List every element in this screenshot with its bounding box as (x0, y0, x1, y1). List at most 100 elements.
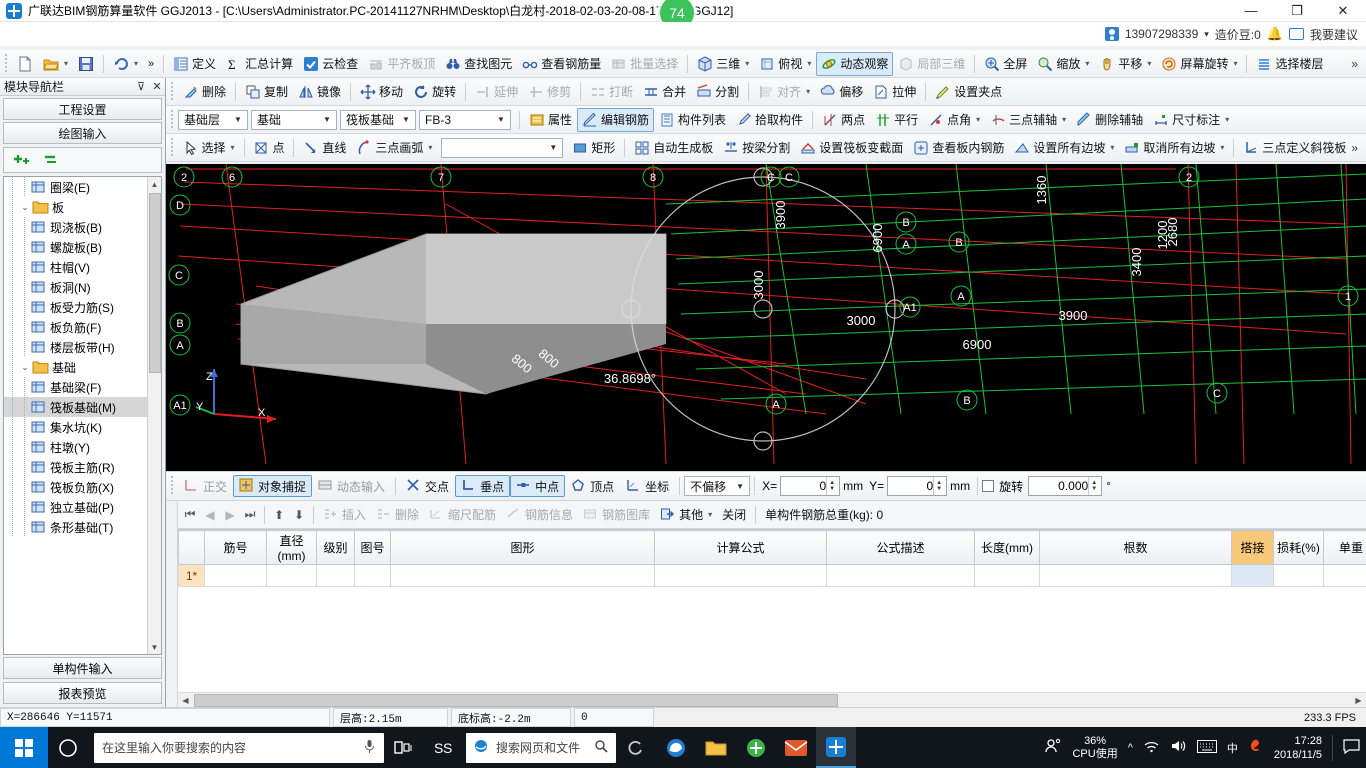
nav-next-button[interactable]: ▶ (220, 508, 240, 522)
column-header[interactable]: 级别 (316, 530, 355, 565)
pan-button[interactable]: 平移 ▾ (1094, 52, 1156, 76)
table-body[interactable]: 1* (178, 564, 1366, 587)
row-marker[interactable]: 1* (178, 564, 205, 587)
search-icon[interactable] (594, 739, 608, 756)
move-button[interactable]: 移动 (355, 80, 408, 104)
perpendicular-snap-toggle[interactable]: 垂点 (455, 475, 511, 497)
table-cell[interactable] (390, 564, 655, 587)
vertex-snap-toggle[interactable]: 顶点 (565, 475, 620, 497)
table-cell[interactable] (204, 564, 267, 587)
suggestion-link[interactable]: 我要建议 (1310, 26, 1358, 43)
fullscreen-button[interactable]: 全屏 (979, 52, 1032, 76)
arc-tool-chevron-down-icon[interactable]: ▾ (428, 143, 432, 152)
table-hscrollbar[interactable]: ◀ ▶ (178, 692, 1366, 707)
stretch-button[interactable]: 拉伸 (868, 80, 921, 104)
close-button[interactable]: ✕ (1320, 0, 1366, 22)
view-top-button[interactable]: 俯视 ▾ (754, 52, 816, 76)
trim-button[interactable]: 修剪 (523, 80, 576, 104)
parallel-axis-button[interactable]: 平行 (870, 108, 923, 132)
component-list-button[interactable]: 构件列表 (654, 108, 731, 132)
offset-button[interactable]: 偏移 (815, 80, 868, 104)
point-tool-button[interactable]: 点 (248, 136, 289, 160)
taskbar-app-edge[interactable] (656, 727, 696, 768)
set-grip-button[interactable]: 设置夹点 (930, 80, 1007, 104)
column-header[interactable] (178, 530, 205, 565)
table-cell[interactable] (354, 564, 391, 587)
midpoint-snap-toggle[interactable]: 中点 (510, 475, 566, 497)
column-header[interactable]: 长度(mm) (974, 530, 1040, 565)
zoom-chevron-down-icon[interactable]: ▾ (1085, 59, 1089, 68)
component-type-combo-chevron-down-icon[interactable]: ▼ (399, 111, 413, 129)
pin-icon[interactable]: ⊽ (133, 80, 149, 93)
ortho-toggle[interactable]: 正交 (178, 475, 233, 497)
start-button[interactable] (0, 727, 48, 768)
edit-rebar-button[interactable]: 编辑钢筋 (577, 107, 655, 132)
column-header[interactable]: 损耗(%) (1273, 530, 1324, 565)
new-file-button[interactable] (12, 52, 38, 76)
scroll-up-icon[interactable]: ▲ (148, 177, 161, 191)
hscroll-right-ic[interactable]: ▶ (1351, 693, 1366, 708)
ime-indicator[interactable]: 中 (1227, 740, 1238, 756)
expand-all-icon[interactable] (12, 151, 32, 170)
tree-item[interactable]: ⌄ 板 (4, 197, 147, 217)
summary-calc-button[interactable]: Σ 汇总计算 (221, 52, 298, 76)
tree-scrollbar[interactable]: ▲ ▼ (147, 177, 161, 654)
scrollbar-thumb[interactable] (149, 193, 161, 373)
local-3d-button[interactable]: 局部三维 (893, 52, 970, 76)
nav-prev-button[interactable]: ◀ (200, 508, 220, 522)
column-header[interactable]: 图形 (390, 530, 655, 565)
intersection-snap-toggle[interactable]: 交点 (400, 475, 455, 497)
tree-item[interactable]: 筏板负筋(X) (4, 477, 147, 497)
cancel-all-slopes-chevron-down-icon[interactable]: ▾ (1220, 143, 1224, 152)
tree-item[interactable]: 现浇板(B) (4, 217, 147, 237)
raft-variable-section-button[interactable]: 设置筏板变截面 (795, 136, 908, 160)
insert-row-button[interactable]: 插入 (318, 504, 371, 526)
drawing-input-button[interactable]: 绘图输入 (3, 122, 162, 144)
batch-select-button[interactable]: 批量选择 (606, 52, 683, 76)
keyboard-icon[interactable] (1196, 739, 1217, 756)
taskbar-search-box[interactable]: 在这里输入你要搜索的内容 (94, 732, 384, 763)
tree-item[interactable]: 板负筋(F) (4, 317, 147, 337)
x-spinner[interactable]: ▲ ▼ (826, 477, 837, 495)
orbit-button[interactable]: 动态观察 (816, 51, 894, 76)
cortana-button[interactable] (48, 727, 88, 768)
category-combo-chevron-down-icon[interactable]: ▼ (320, 111, 334, 129)
chevron-down-icon[interactable]: ⌄ (18, 202, 32, 213)
tree-item[interactable]: 圈梁(E) (4, 177, 147, 197)
tree-item[interactable]: 集水坑(K) (4, 417, 147, 437)
close-grid-button[interactable]: 关闭 (717, 504, 751, 526)
pick-component-button[interactable]: 拾取构件 (731, 108, 808, 132)
drawing-canvas[interactable]: ZYX 2 6 7 8 C C 2 D B A B C A1 A 1 B A A B C A1 3900 3000 6900… (166, 164, 1366, 471)
rebar-table[interactable]: 筋号 直径(mm) 级别 图号 图形 计算公式 公式描述 长度(mm) 根数 搭接 损耗(%) 单重 … (178, 529, 1366, 707)
category-combo[interactable]: 基础 ▼ (251, 109, 337, 130)
account-phone[interactable]: 13907298339 (1125, 27, 1198, 41)
three-point-incline-raft-button[interactable]: 三点定义斜筏板 (1238, 136, 1351, 160)
bell-icon[interactable]: 🔔 (1267, 26, 1283, 42)
other-chevron-down-icon[interactable]: ▾ (708, 510, 712, 519)
account-chevron-down-icon[interactable]: ▾ (1204, 29, 1209, 40)
hscroll-thumb[interactable] (194, 694, 838, 707)
tree-item[interactable]: 柱帽(V) (4, 257, 147, 277)
split-by-beam-button[interactable]: 按梁分割 (718, 136, 795, 160)
column-header[interactable]: 图号 (354, 530, 391, 565)
toolbar-main-overflow[interactable]: » (143, 52, 159, 76)
y-offset-input[interactable]: 0 ▲ ▼ (887, 476, 948, 496)
taskbar-app-ggj[interactable] (816, 727, 856, 768)
three-point-axis-chevron-down-icon[interactable]: ▾ (1062, 115, 1066, 124)
undo-button[interactable]: ▾ (108, 52, 143, 76)
open-file-button[interactable]: ▾ (38, 52, 73, 76)
set-all-slopes-button[interactable]: 设置所有边坡 ▾ (1009, 136, 1119, 160)
view-top-chevron-down-icon[interactable]: ▾ (807, 59, 811, 68)
offset-mode-combo[interactable]: 不偏移 ▼ (684, 476, 751, 496)
component-type-combo[interactable]: 筏板基础 ▼ (340, 109, 416, 130)
single-component-input-button[interactable]: 单构件输入 (3, 657, 162, 679)
component-tree[interactable]: 剪力墙(Q)梁(L)现浇板(B)›轴线⌄柱框柱(Z)暗柱(Z)端柱(Z)构造柱(… (3, 176, 162, 655)
toolbar-draw-gripper[interactable] (170, 137, 176, 158)
point-angle-button[interactable]: 点角 ▾ (923, 108, 985, 132)
cost-beans-label[interactable]: 造价豆:0 (1215, 26, 1261, 43)
draw-style-combo[interactable]: ▼ (441, 137, 564, 158)
people-icon[interactable] (1044, 737, 1062, 758)
view-3d-chevron-down-icon[interactable]: ▾ (745, 59, 749, 68)
rotate-button[interactable]: 旋转 (408, 80, 461, 104)
set-all-slopes-chevron-down-icon[interactable]: ▾ (1110, 143, 1114, 152)
